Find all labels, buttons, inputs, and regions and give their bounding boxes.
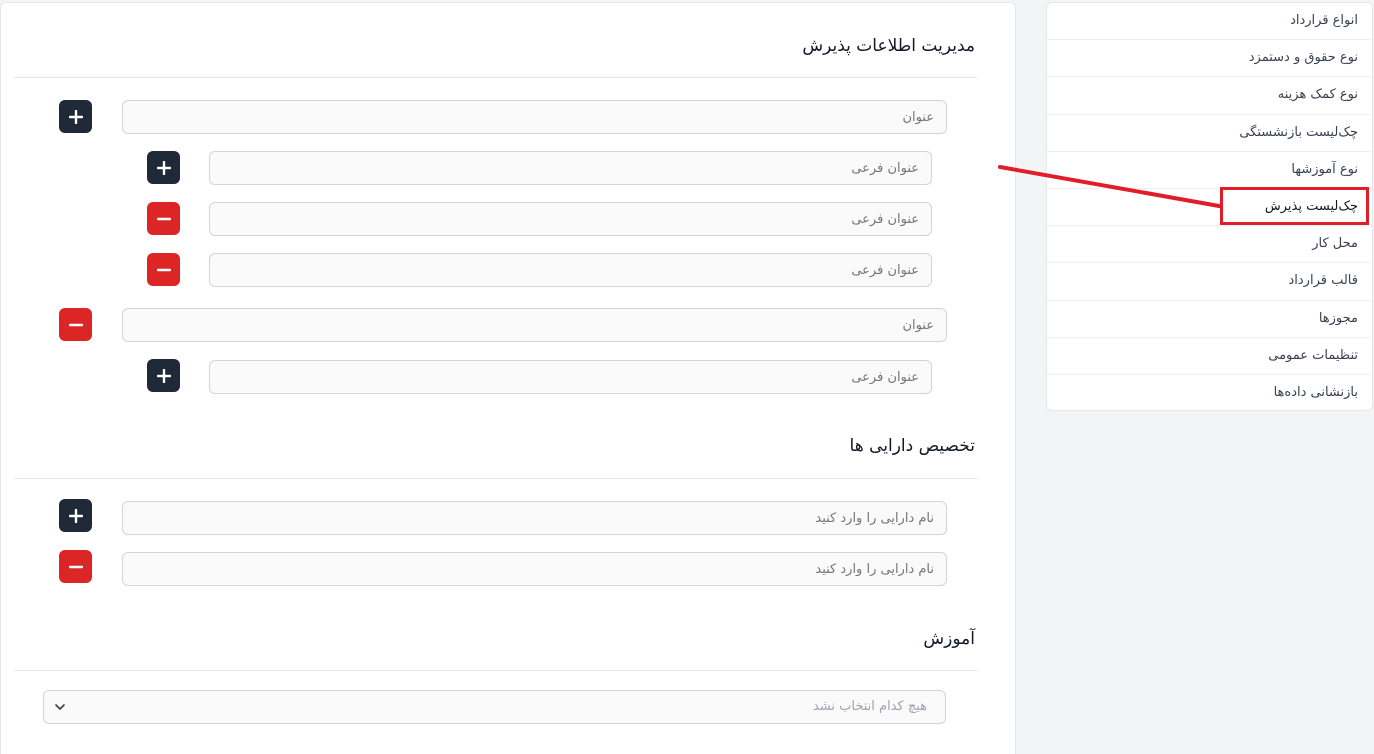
remove-subtitle-button[interactable]	[147, 202, 180, 235]
section-divider	[14, 670, 977, 671]
training-select[interactable]: هیچ کدام انتخاب نشد	[43, 690, 946, 724]
selected-menu-highlight	[1220, 187, 1369, 225]
admission-settings-card: مدیریت اطلاعات پذیرش عنوان عنوان فرعی عن…	[0, 2, 1016, 754]
title-input[interactable]	[122, 308, 947, 342]
admission-info-title: مدیریت اطلاعات پذیرش	[802, 36, 975, 56]
section-divider	[14, 77, 977, 78]
plus-icon	[156, 160, 171, 175]
remove-asset-button[interactable]	[59, 550, 92, 583]
minus-icon	[68, 323, 83, 326]
asset-allocation-title: تخصیص دارایی ها	[849, 436, 975, 456]
subtitle-input[interactable]	[209, 202, 932, 236]
menu-item-workplace[interactable]: محل کار	[1047, 226, 1372, 264]
minus-icon	[156, 268, 171, 271]
menu-item-permissions[interactable]: مجوزها	[1047, 301, 1372, 338]
menu-item-payroll-type[interactable]: نوع حقوق و دستمزد	[1047, 40, 1372, 78]
menu-item-data-reset[interactable]: بازنشانی داده‌ها	[1047, 375, 1372, 412]
chevron-down-icon	[55, 704, 65, 710]
menu-item-retirement-checklist[interactable]: چک‌لیست بازنشستگی	[1047, 115, 1372, 152]
add-title-button[interactable]	[59, 100, 92, 133]
add-asset-button[interactable]	[59, 499, 92, 532]
asset-name-input[interactable]	[122, 552, 947, 586]
subtitle-input[interactable]	[209, 360, 932, 394]
plus-icon	[68, 508, 83, 523]
add-subtitle-button[interactable]	[147, 151, 180, 184]
training-title: آموزش	[923, 629, 975, 649]
menu-item-general-settings[interactable]: تنظیمات عمومی	[1047, 338, 1372, 375]
menu-item-contract-template[interactable]: قالب قرارداد	[1047, 263, 1372, 301]
plus-icon	[156, 368, 171, 383]
menu-item-allowance-type[interactable]: نوع کمک هزینه	[1047, 77, 1372, 115]
settings-page: مدیریت اطلاعات پذیرش عنوان عنوان فرعی عن…	[0, 0, 1374, 754]
minus-icon	[156, 217, 171, 220]
add-subtitle-button[interactable]	[147, 359, 180, 392]
menu-item-training-types[interactable]: نوع آموزشها	[1047, 152, 1372, 189]
plus-icon	[68, 109, 83, 124]
subtitle-input[interactable]	[209, 253, 932, 287]
minus-icon	[68, 565, 83, 568]
training-select-value: هیچ کدام انتخاب نشد	[812, 699, 927, 714]
asset-name-input[interactable]	[122, 501, 947, 535]
menu-item-contract-types[interactable]: انواع قرارداد	[1047, 3, 1372, 41]
remove-subtitle-button[interactable]	[147, 253, 180, 286]
remove-title-button[interactable]	[59, 308, 92, 341]
section-divider	[14, 478, 977, 479]
subtitle-input[interactable]	[209, 151, 932, 185]
title-input[interactable]	[122, 100, 947, 134]
